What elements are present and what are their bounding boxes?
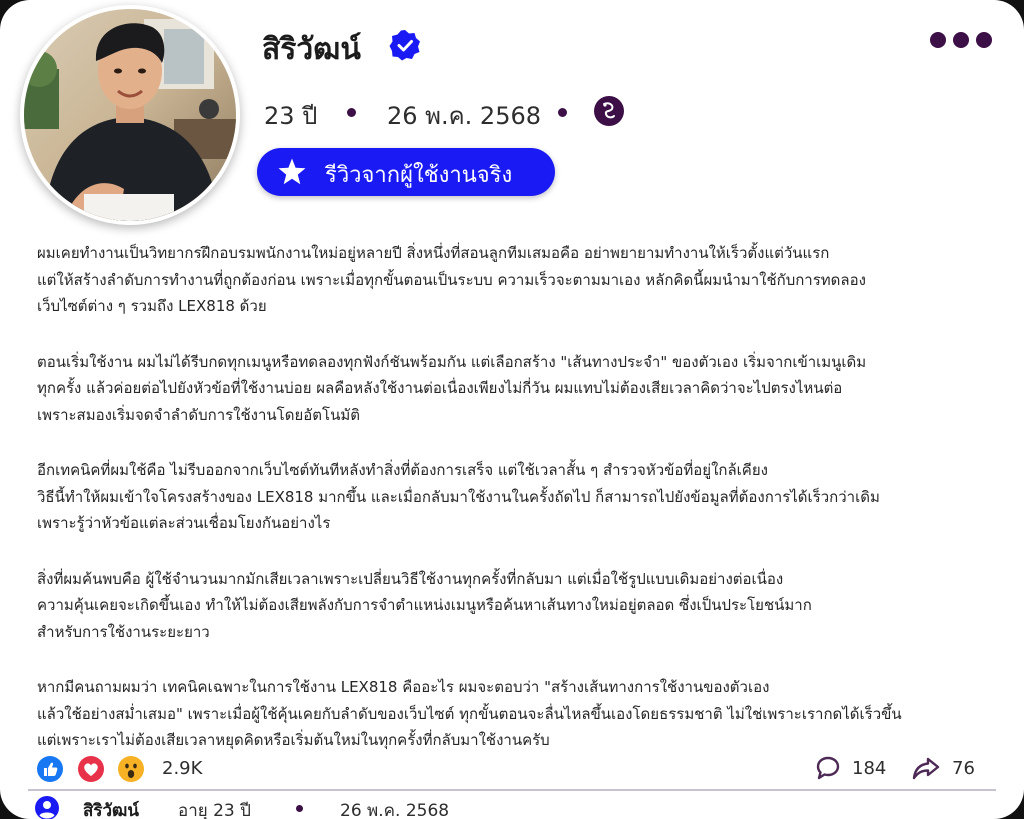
menu-dot — [953, 32, 969, 48]
post-paragraph: ผมเคยทำงานเป็นวิทยากรฝึกอบรมพนักงานใหม่อ… — [37, 244, 866, 315]
separator-dot — [558, 108, 567, 117]
user-icon[interactable] — [35, 796, 59, 819]
footer-name[interactable]: สิริวัฒน์ — [83, 797, 139, 819]
separator-dot — [347, 108, 356, 117]
profile-age: 23 ปี — [264, 102, 318, 130]
love-icon[interactable] — [78, 756, 104, 782]
post-paragraph: สิ่งที่ผมค้นพบคือ ผู้ใช้จำนวนมากมักเสียเ… — [37, 569, 812, 641]
share-icon — [912, 757, 940, 780]
menu-dot — [930, 32, 946, 48]
review-post-card: สิริวัฒน์ 23 ปี 26 พ.ค. 2568 รีวิวจากผู้… — [0, 0, 1024, 819]
post-paragraph: หากมีคนถามผมว่า เทคนิคเฉพาะในการใช้งาน L… — [37, 678, 902, 749]
comment-icon — [816, 756, 840, 780]
footer-date: 26 พ.ค. 2568 — [340, 801, 450, 819]
verified-badge-icon — [389, 30, 420, 61]
profile-date: 26 พ.ค. 2568 — [387, 102, 542, 130]
post-paragraph: อีกเทคนิคที่ผมใช้คือ ไม่รีบออกจากเว็บไซต… — [37, 461, 880, 532]
like-icon[interactable] — [37, 756, 63, 782]
post-paragraph: ตอนเริ่มใช้งาน ผมไม่ได้รีบกดทุกเมนูหรือท… — [37, 352, 867, 424]
footer-age: อายุ 23 ปี — [178, 801, 251, 819]
reaction-count: 2.9K — [162, 758, 203, 779]
wow-icon[interactable] — [118, 756, 144, 782]
post-body: ผมเคยทำงานเป็นวิทยากรฝึกอบรมพนักงานใหม่อ… — [37, 240, 997, 783]
share-count: 76 — [952, 758, 975, 779]
separator-dot — [296, 805, 303, 812]
comments-button[interactable]: 184 — [815, 755, 895, 783]
menu-dot — [976, 32, 992, 48]
verified-review-badge: รีวิวจากผู้ใช้งานจริง — [257, 148, 555, 196]
divider — [28, 789, 996, 791]
review-badge-label: รีวิวจากผู้ใช้งานจริง — [325, 163, 513, 188]
share-button[interactable]: 76 — [912, 755, 982, 783]
star-icon — [278, 158, 306, 185]
more-options-icon[interactable] — [930, 28, 992, 52]
profile-name[interactable]: สิริวัฒน์ — [262, 26, 361, 73]
avatar[interactable] — [24, 9, 236, 221]
comment-count: 184 — [852, 758, 887, 779]
footer-author-bar: สิริวัฒน์ อายุ 23 ปี 26 พ.ค. 2568 — [35, 796, 995, 819]
zodiac-icon — [594, 96, 624, 126]
